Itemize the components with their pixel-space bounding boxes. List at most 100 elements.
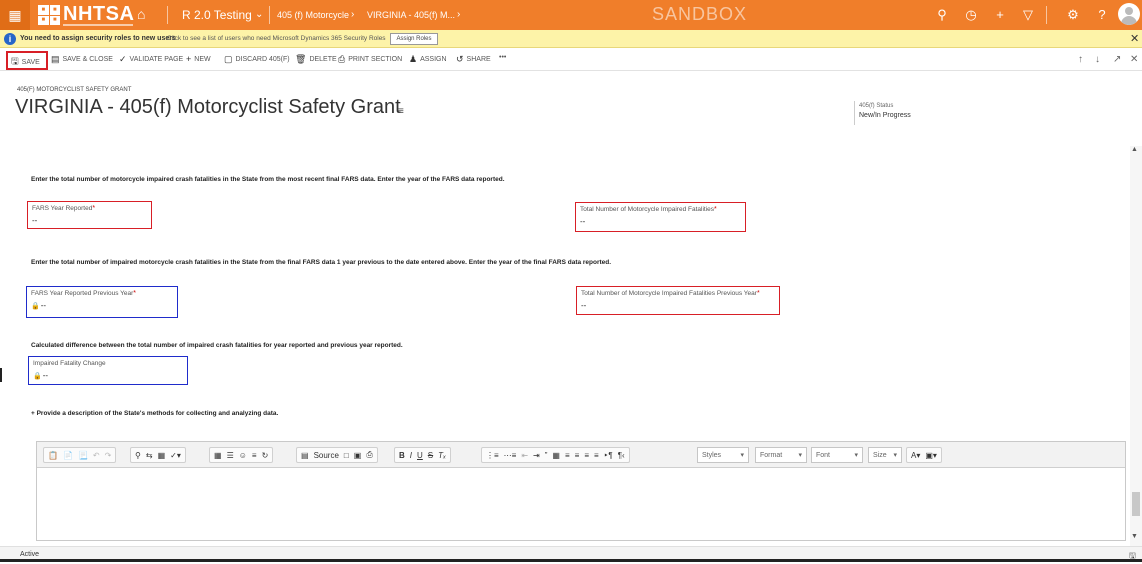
text-color-icon[interactable]: A▾ <box>911 451 920 460</box>
filter-icon[interactable]: ▽ <box>1020 7 1036 23</box>
validate-icon: ✓ <box>119 54 127 64</box>
arrow-up-icon[interactable]: ↑ <box>1078 54 1083 65</box>
scroll-thumb[interactable] <box>1132 492 1140 516</box>
user-avatar[interactable] <box>1118 3 1140 25</box>
background-color-icon[interactable]: ▣▾ <box>925 451 937 460</box>
popout-icon[interactable]: ↗ <box>1113 54 1121 65</box>
more-commands-button[interactable]: ••• <box>499 54 506 61</box>
bulleted-list-icon[interactable]: ⋯≡ <box>504 451 517 460</box>
share-button[interactable]: ↺ SHARE <box>456 54 491 65</box>
fars-year-label-text: FARS Year Reported <box>32 205 93 212</box>
table-icon[interactable]: ▦ <box>214 451 222 460</box>
print-label: PRINT SECTION <box>348 56 403 63</box>
print-section-button[interactable]: ⎙ PRINT SECTION <box>338 54 402 65</box>
source-icon[interactable]: ▤ <box>301 451 309 460</box>
plus-icon[interactable]: + <box>992 7 1008 22</box>
numbered-list-icon[interactable]: ⋮≡ <box>486 451 499 460</box>
undo-icon[interactable]: ↶ <box>93 451 100 460</box>
templates-icon[interactable]: ▣ <box>354 451 362 460</box>
module-name[interactable]: R 2.0 Testing <box>182 8 252 22</box>
justify-icon[interactable]: ≡ <box>594 451 599 460</box>
assign-button[interactable]: ♟ ASSIGN <box>409 54 447 65</box>
editor-toolbar: 📋 📄 📃 ↶ ↷ ⚲ ⇆ ▦ ✓▾ ▦ ☰ ☺ ≡ ↻ ▤ Source □ ▣ ⎙ B I U S Tₓ ⋮≡ ⋯≡… <box>37 442 1125 468</box>
brand-underline <box>63 24 133 26</box>
fars-year-field[interactable]: FARS Year Reported* -- <box>27 201 152 229</box>
delete-button[interactable]: 🗑 DELETE <box>295 54 337 65</box>
app-launcher-icon[interactable]: ▦ <box>0 0 30 30</box>
new-page-icon[interactable]: □ <box>344 451 349 460</box>
scroll-up-icon[interactable]: ▲ <box>1131 146 1138 153</box>
ltr-icon[interactable]: ‣¶ <box>604 451 613 460</box>
paste-word-icon[interactable]: 📃 <box>78 451 88 460</box>
assign-roles-button[interactable]: Assign Roles <box>390 33 438 45</box>
align-left-icon[interactable]: ≡ <box>565 451 570 460</box>
save-close-label: SAVE & CLOSE <box>62 56 113 63</box>
brand-logo[interactable]: NHTSA <box>63 3 134 26</box>
indent-icon[interactable]: ⇥ <box>533 451 540 460</box>
underline-icon[interactable]: U <box>417 451 423 460</box>
history-icon[interactable]: ◷ <box>963 7 979 23</box>
discard-button[interactable]: ▢ DISCARD 405(F) <box>224 54 290 65</box>
spellcheck-icon[interactable]: ✓▾ <box>170 451 181 460</box>
new-button[interactable]: + NEW <box>186 54 211 64</box>
arrow-down-icon[interactable]: ↓ <box>1095 54 1100 65</box>
font-dropdown[interactable]: Font ▾ <box>811 447 863 463</box>
delete-icon: 🗑 <box>295 54 307 64</box>
logo-tile: ■ <box>38 15 49 25</box>
size-dropdown[interactable]: Size ▾ <box>868 447 902 463</box>
notification-bar: i You need to assign security roles to n… <box>0 30 1142 48</box>
form-selector-icon[interactable]: ≡ <box>398 106 404 117</box>
chevron-right-icon[interactable]: › <box>457 9 460 20</box>
find-icon[interactable]: ⚲ <box>135 451 141 460</box>
close-form-icon[interactable]: ✕ <box>1130 54 1138 65</box>
notification-link[interactable]: Click to see a list of users who need Mi… <box>167 35 386 42</box>
strike-icon[interactable]: S <box>428 451 433 460</box>
fars-year-prev-label: FARS Year Reported Previous Year* <box>31 290 136 297</box>
replace-icon[interactable]: ⇆ <box>146 451 153 460</box>
special-char-icon[interactable]: ≡ <box>252 451 257 460</box>
redo-icon[interactable]: ↷ <box>105 451 112 460</box>
fars-year-value[interactable]: -- <box>32 216 37 225</box>
styles-dropdown[interactable]: Styles ▾ <box>697 447 749 463</box>
required-mark: * <box>133 290 136 297</box>
total-fatalities-label-text: Total Number of Motorcycle Impaired Fata… <box>580 206 715 213</box>
nav-divider <box>269 6 270 24</box>
gear-icon[interactable]: ⚙ <box>1065 7 1081 23</box>
bold-icon[interactable]: B <box>399 451 405 460</box>
total-fatalities-field[interactable]: Total Number of Motorcycle Impaired Fata… <box>575 202 746 232</box>
breadcrumb-record[interactable]: VIRGINIA - 405(f) M... <box>367 10 455 20</box>
italic-icon[interactable]: I <box>410 451 412 460</box>
select-all-icon[interactable]: ▦ <box>158 451 166 460</box>
vertical-scrollbar[interactable] <box>1130 146 1142 546</box>
align-center-icon[interactable]: ≡ <box>575 451 580 460</box>
rtl-icon[interactable]: ¶‹ <box>618 451 625 460</box>
paste-icon[interactable]: 📋 <box>48 451 58 460</box>
info-icon: i <box>4 33 16 45</box>
environment-label: SANDBOX <box>652 4 748 24</box>
outdent-icon[interactable]: ⇤ <box>521 451 528 460</box>
smiley-icon[interactable]: ☺ <box>239 451 247 460</box>
total-fatalities-value[interactable]: -- <box>580 217 585 226</box>
breadcrumb-entity[interactable]: 405 (f) Motorcycle <box>277 10 349 20</box>
chevron-down-icon[interactable]: ⌄ <box>255 9 263 20</box>
rich-text-editor[interactable]: 📋 📄 📃 ↶ ↷ ⚲ ⇆ ▦ ✓▾ ▦ ☰ ☺ ≡ ↻ ▤ Source □ ▣ ⎙ B I U S Tₓ ⋮≡ ⋯≡… <box>36 441 1126 541</box>
remove-format-icon[interactable]: Tₓ <box>438 451 446 460</box>
horizontal-line-icon[interactable]: ☰ <box>227 451 234 460</box>
print-icon[interactable]: ⎙ <box>366 450 372 460</box>
help-icon[interactable]: ? <box>1094 7 1110 22</box>
paste-text-icon[interactable]: 📄 <box>63 451 73 460</box>
scroll-down-icon[interactable]: ▼ <box>1131 533 1138 540</box>
home-icon[interactable]: ⌂ <box>137 6 145 22</box>
div-icon[interactable]: ▦ <box>552 451 560 460</box>
source-button[interactable]: Source <box>314 451 339 460</box>
blockquote-icon[interactable]: ” <box>545 451 548 460</box>
search-icon[interactable]: ⚲ <box>934 7 950 23</box>
align-right-icon[interactable]: ≡ <box>584 451 589 460</box>
validate-page-button[interactable]: ✓ VALIDATE PAGE <box>119 54 183 65</box>
total-fatalities-prev-value[interactable]: -- <box>581 301 586 310</box>
close-icon[interactable]: ✕ <box>1130 32 1139 45</box>
total-fatalities-prev-field[interactable]: Total Number of Motorcycle Impaired Fata… <box>576 286 780 315</box>
format-dropdown[interactable]: Format ▾ <box>755 447 807 463</box>
save-close-button[interactable]: ▤ SAVE & CLOSE <box>51 54 113 65</box>
iframe-icon[interactable]: ↻ <box>262 451 269 460</box>
